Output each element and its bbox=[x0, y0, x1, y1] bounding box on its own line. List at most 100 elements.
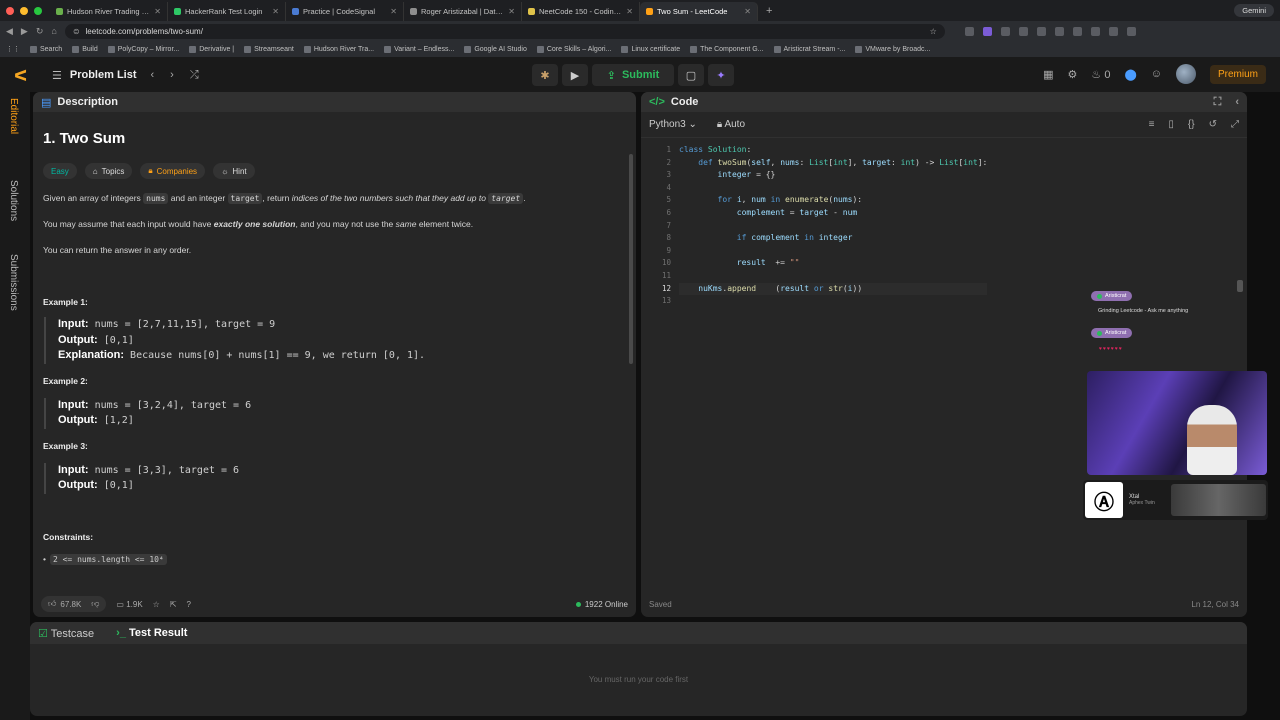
settings-icon[interactable]: ⚙ bbox=[1068, 68, 1078, 81]
next-problem-icon[interactable]: › bbox=[170, 69, 174, 82]
browser-tab[interactable]: Two Sum - LeetCode ✕ bbox=[640, 2, 758, 21]
auto-mode[interactable]: 🔒︎ Auto bbox=[717, 119, 745, 130]
close-icon[interactable]: ✕ bbox=[626, 7, 633, 16]
back-icon[interactable]: ◀ bbox=[6, 26, 13, 37]
close-window-button[interactable] bbox=[6, 6, 14, 15]
star-icon[interactable]: ☆ bbox=[153, 600, 160, 609]
code-tab[interactable]: Code bbox=[671, 96, 699, 108]
bookmark-item[interactable]: Derivative | bbox=[189, 45, 234, 53]
profile-chip[interactable]: Gemini bbox=[1234, 4, 1274, 17]
home-icon[interactable]: ⌂ bbox=[51, 26, 56, 36]
notes-button[interactable]: ▢ bbox=[678, 64, 704, 86]
extension-icon[interactable] bbox=[1108, 26, 1118, 36]
browser-tab[interactable]: Practice | CodeSignal ✕ bbox=[286, 2, 404, 21]
minimize-window-button[interactable] bbox=[20, 6, 28, 15]
browser-tab[interactable]: Roger Aristizabal | Data Anal ✕ bbox=[404, 2, 522, 21]
format-icon[interactable]: ≡ bbox=[1149, 119, 1155, 130]
extension-icon[interactable] bbox=[1072, 26, 1082, 36]
bookmark-item[interactable]: Build bbox=[72, 45, 98, 53]
maximize-icon[interactable]: ⛶ bbox=[1214, 96, 1222, 109]
code-lines[interactable]: class Solution: def twoSum(self, nums: L… bbox=[679, 144, 988, 308]
fullscreen-icon[interactable]: ⤢ bbox=[1231, 119, 1239, 130]
language-select[interactable]: Python3 ⌄ bbox=[649, 119, 697, 130]
extension-icon[interactable] bbox=[964, 26, 974, 36]
url-input[interactable]: ⊜ leetcode.com/problems/two-sum/ ☆ bbox=[64, 23, 945, 39]
menu-icon[interactable] bbox=[1126, 26, 1136, 36]
submissions-tab[interactable]: Submissions bbox=[8, 254, 19, 311]
folder-icon bbox=[384, 45, 392, 53]
prev-problem-icon[interactable]: ‹ bbox=[151, 69, 155, 82]
bookmark-item[interactable]: Streamseant bbox=[244, 45, 294, 53]
bookmark-item[interactable]: Aristicrat Stream -... bbox=[773, 45, 845, 53]
hint-tag[interactable]: ☼ Hint bbox=[213, 163, 255, 179]
premium-button[interactable]: Premium bbox=[1209, 64, 1266, 84]
bookmark-item[interactable]: VMware by Broadc... bbox=[855, 45, 930, 53]
submit-button[interactable]: ⇪ Submit bbox=[592, 64, 674, 86]
extension-icon[interactable] bbox=[1018, 26, 1028, 36]
new-tab-button[interactable]: + bbox=[758, 5, 780, 17]
extension-icon[interactable]: ⬤ bbox=[1124, 68, 1136, 81]
description-scrollbar[interactable] bbox=[629, 154, 633, 364]
problem-title[interactable]: 1. Two Sum bbox=[43, 130, 626, 147]
layout-icon[interactable]: ▦ bbox=[1043, 68, 1053, 81]
browser-tab[interactable]: NeetCode 150 - Coding Interv ✕ bbox=[522, 2, 640, 21]
reload-icon[interactable]: ↻ bbox=[36, 26, 44, 37]
thumbs-down-icon[interactable]: 👎︎ bbox=[91, 599, 99, 609]
bookmark-item[interactable]: Linux certificate bbox=[621, 45, 680, 53]
text: indices of the two numbers such that the… bbox=[291, 193, 489, 203]
problem-list-link[interactable]: ☰ Problem List bbox=[52, 69, 137, 82]
extension-icon[interactable] bbox=[1054, 26, 1064, 36]
bookmark-item[interactable]: Hudson River Tra... bbox=[303, 45, 374, 53]
maximize-window-button[interactable] bbox=[34, 6, 42, 15]
extension-icon[interactable] bbox=[1000, 26, 1010, 36]
bookmark-item[interactable]: Google AI Studio bbox=[464, 45, 527, 53]
output-label: Output: bbox=[58, 333, 98, 346]
tab-test-result[interactable]: ›_ Test Result bbox=[116, 627, 187, 639]
bookmark-star-icon[interactable]: ☆ bbox=[930, 27, 937, 36]
chevron-down-icon: ⌄ bbox=[688, 119, 697, 130]
extension-icon[interactable] bbox=[1090, 26, 1100, 36]
share-icon[interactable]: ⇱ bbox=[170, 600, 177, 609]
collapse-icon[interactable]: ‹ bbox=[1235, 96, 1239, 108]
description-tab[interactable]: Description bbox=[57, 96, 118, 108]
reset-icon[interactable]: ↺ bbox=[1209, 119, 1217, 130]
bookmark-item[interactable]: Core Skills – Algori... bbox=[536, 45, 612, 53]
companies-tag[interactable]: 🔒︎ Companies bbox=[140, 163, 206, 179]
bookmark-item[interactable]: Search bbox=[30, 45, 62, 53]
run-button[interactable]: ▶ bbox=[562, 64, 588, 86]
random-problem-icon[interactable]: ⤮ bbox=[190, 69, 199, 82]
help-icon[interactable]: ? bbox=[187, 600, 191, 609]
ai-button[interactable]: ✦ bbox=[708, 64, 734, 86]
streak-counter[interactable]: ♨ 0 bbox=[1091, 68, 1110, 81]
bookmark-item[interactable]: PolyCopy – Mirror... bbox=[107, 45, 179, 53]
line-number: 1 bbox=[666, 145, 671, 154]
tab-testcase[interactable]: ☑ Testcase bbox=[38, 627, 94, 640]
forward-icon[interactable]: ▶ bbox=[21, 26, 28, 37]
avatar[interactable] bbox=[1175, 64, 1196, 84]
editor-scrollbar[interactable] bbox=[1237, 280, 1243, 292]
bookmark-label: Core Skills – Algori... bbox=[546, 45, 612, 53]
browser-tab[interactable]: Hudson River Trading - Juni ✕ bbox=[50, 2, 168, 21]
like-button[interactable]: 👍︎ 67.8K 👎︎ bbox=[41, 596, 107, 612]
comments-button[interactable]: ▭ 1.9K bbox=[116, 600, 142, 609]
close-icon[interactable]: ✕ bbox=[272, 7, 279, 16]
editorial-tab[interactable]: Editorial bbox=[8, 98, 19, 134]
close-icon[interactable]: ✕ bbox=[154, 7, 161, 16]
solutions-tab[interactable]: Solutions bbox=[8, 180, 19, 221]
bookmark-icon[interactable]: ▯ bbox=[1168, 119, 1174, 130]
debug-button[interactable]: ✱ bbox=[532, 64, 558, 86]
site-info-icon[interactable]: ⊜ bbox=[73, 27, 80, 36]
apps-icon[interactable]: ⋮⋮ bbox=[6, 45, 20, 53]
leetcode-logo-icon[interactable]: ᐸ bbox=[14, 67, 30, 85]
close-icon[interactable]: ✕ bbox=[390, 7, 397, 16]
bookmark-item[interactable]: Variant – Endless... bbox=[384, 45, 454, 53]
braces-icon[interactable]: {} bbox=[1188, 119, 1195, 130]
friends-icon[interactable]: ☺ bbox=[1151, 68, 1162, 80]
topics-tag[interactable]: ⌂ Topics bbox=[84, 163, 133, 179]
extension-icon[interactable] bbox=[982, 26, 992, 36]
download-icon[interactable] bbox=[1036, 26, 1046, 36]
browser-tab[interactable]: HackerRank Test Login ✕ bbox=[168, 2, 286, 21]
close-icon[interactable]: ✕ bbox=[508, 7, 515, 16]
bookmark-item[interactable]: The Component G... bbox=[690, 45, 764, 53]
close-icon[interactable]: ✕ bbox=[744, 7, 751, 16]
